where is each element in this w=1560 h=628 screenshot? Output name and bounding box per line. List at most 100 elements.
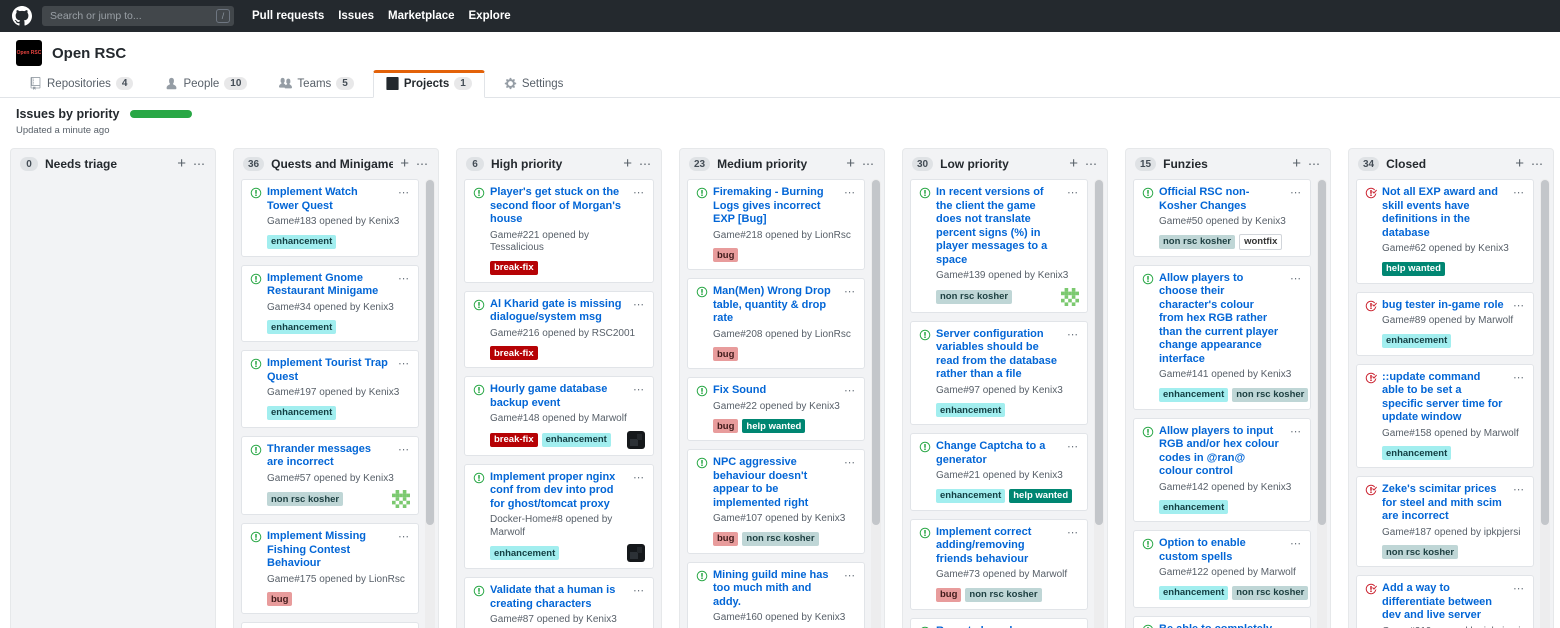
card-menu-kebab-icon[interactable]: ⋯	[1513, 299, 1525, 313]
add-card-plus-icon[interactable]: +	[623, 158, 632, 170]
issue-title-link[interactable]: Thrander messages are incorrect	[267, 443, 389, 470]
issue-title-link[interactable]: Al Kharid gate is missing dialogue/syste…	[490, 298, 624, 325]
column-menu-kebab-icon[interactable]: ⋯	[1308, 157, 1321, 171]
card-menu-kebab-icon[interactable]: ⋯	[1290, 537, 1302, 564]
card-menu-kebab-icon[interactable]: ⋯	[1513, 186, 1525, 240]
tab-teams[interactable]: Teams 5	[266, 70, 366, 97]
scrollbar-thumb[interactable]	[426, 180, 434, 525]
card-menu-kebab-icon[interactable]: ⋯	[633, 298, 645, 325]
nav-pull-requests[interactable]: Pull requests	[252, 10, 324, 22]
issue-title-link[interactable]: Allow players to choose their character'…	[1159, 272, 1281, 367]
card-menu-kebab-icon[interactable]: ⋯	[398, 443, 410, 470]
card-menu-kebab-icon[interactable]: ⋯	[398, 530, 410, 571]
add-card-plus-icon[interactable]: +	[177, 158, 186, 170]
card-menu-kebab-icon[interactable]: ⋯	[1513, 371, 1525, 425]
card-menu-kebab-icon[interactable]: ⋯	[844, 456, 856, 510]
card-menu-kebab-icon[interactable]: ⋯	[1067, 186, 1079, 267]
card-menu-kebab-icon[interactable]: ⋯	[398, 272, 410, 299]
scrollbar-thumb[interactable]	[1541, 180, 1549, 525]
issue-title-link[interactable]: Option to enable custom spells	[1159, 537, 1281, 564]
issue-title-link[interactable]: Man(Men) Wrong Drop table, quantity & dr…	[713, 285, 835, 326]
column-menu-kebab-icon[interactable]: ⋯	[639, 157, 652, 171]
issue-title-link[interactable]: Not all EXP award and skill events have …	[1382, 186, 1504, 240]
issue-title-link[interactable]: Implement Gnome Restaurant Minigame	[267, 272, 389, 299]
tab-repositories[interactable]: Repositories 4	[16, 70, 146, 97]
issue-title-link[interactable]: Zeke's scimitar prices for steel and mit…	[1382, 483, 1504, 524]
issue-title-link[interactable]: Hourly game database backup event	[490, 383, 624, 410]
project-board: 0 Needs triage + ⋯ 36 Quests and Minigam…	[0, 146, 1560, 628]
project-card: Server configuration variables should be…	[910, 321, 1088, 426]
nav-issues[interactable]: Issues	[338, 10, 374, 22]
card-menu-kebab-icon[interactable]: ⋯	[844, 186, 856, 227]
card-menu-kebab-icon[interactable]: ⋯	[1513, 582, 1525, 623]
issue-title-link[interactable]: Fix Sound	[713, 384, 835, 398]
card-menu-kebab-icon[interactable]: ⋯	[633, 471, 645, 512]
tab-projects[interactable]: Projects 1	[373, 70, 485, 98]
add-card-plus-icon[interactable]: +	[1515, 158, 1524, 170]
tab-people[interactable]: People 10	[152, 70, 260, 97]
issue-label: break-fix	[490, 346, 538, 360]
project-card: Option to enable custom spells ⋯ Game#12…	[1133, 530, 1311, 608]
issue-title-link[interactable]: Allow players to input RGB and/or hex co…	[1159, 425, 1281, 479]
card-menu-kebab-icon[interactable]: ⋯	[1067, 440, 1079, 467]
column-menu-kebab-icon[interactable]: ⋯	[1085, 157, 1098, 171]
card-menu-kebab-icon[interactable]: ⋯	[1067, 625, 1079, 628]
card-menu-kebab-icon[interactable]: ⋯	[633, 383, 645, 410]
add-card-plus-icon[interactable]: +	[846, 158, 855, 170]
issue-title-link[interactable]: ::update command able to be set a specif…	[1382, 371, 1504, 425]
column-menu-kebab-icon[interactable]: ⋯	[416, 157, 429, 171]
issue-title-link[interactable]: Report abuse box should have ability for…	[936, 625, 1058, 628]
issue-title-link[interactable]: Implement Tourist Trap Quest	[267, 357, 389, 384]
nav-marketplace[interactable]: Marketplace	[388, 10, 454, 22]
card-menu-kebab-icon[interactable]: ⋯	[1290, 186, 1302, 213]
card-menu-kebab-icon[interactable]: ⋯	[844, 384, 856, 398]
column-menu-kebab-icon[interactable]: ⋯	[1531, 157, 1544, 171]
issue-title-link[interactable]: bug tester in-game role	[1382, 299, 1504, 313]
card-menu-kebab-icon[interactable]: ⋯	[1290, 425, 1302, 479]
column-menu-kebab-icon[interactable]: ⋯	[193, 157, 206, 171]
issue-title-link[interactable]: Implement Watch Tower Quest	[267, 186, 389, 213]
card-menu-kebab-icon[interactable]: ⋯	[1513, 483, 1525, 524]
project-card: Hourly game database backup event ⋯ Game…	[464, 376, 654, 456]
card-menu-kebab-icon[interactable]: ⋯	[1067, 328, 1079, 382]
issue-title-link[interactable]: Be able to completely disable lottery th…	[1159, 623, 1281, 628]
card-menu-kebab-icon[interactable]: ⋯	[398, 357, 410, 384]
card-menu-kebab-icon[interactable]: ⋯	[633, 186, 645, 227]
card-menu-kebab-icon[interactable]: ⋯	[844, 285, 856, 326]
search-input[interactable]	[42, 6, 234, 26]
tab-settings[interactable]: Settings	[491, 70, 577, 97]
card-labels-row: bug	[713, 247, 856, 263]
issue-title-link[interactable]: Validate that a human is creating charac…	[490, 584, 624, 611]
card-menu-kebab-icon[interactable]: ⋯	[1290, 623, 1302, 628]
scrollbar-thumb[interactable]	[1318, 180, 1326, 525]
scrollbar-thumb[interactable]	[872, 180, 880, 525]
issue-title-link[interactable]: Server configuration variables should be…	[936, 328, 1058, 382]
column-cards-area: Player's get stuck on the second floor o…	[457, 177, 661, 628]
issue-title-link[interactable]: Add a way to differentiate between dev a…	[1382, 582, 1504, 623]
column-cards-area: Implement Watch Tower Quest ⋯ Game#183 o…	[234, 177, 438, 628]
issue-title-link[interactable]: Official RSC non-Kosher Changes	[1159, 186, 1281, 213]
add-card-plus-icon[interactable]: +	[1292, 158, 1301, 170]
add-card-plus-icon[interactable]: +	[400, 158, 409, 170]
project-card: Implement Missing Fishing Contest Behavi…	[241, 523, 419, 614]
issue-title-link[interactable]: Implement Missing Fishing Contest Behavi…	[267, 530, 389, 571]
issue-title-link[interactable]: Change Captcha to a generator	[936, 440, 1058, 467]
card-menu-kebab-icon[interactable]: ⋯	[844, 569, 856, 610]
issue-title-link[interactable]: Firemaking - Burning Logs gives incorrec…	[713, 186, 835, 227]
issue-title-link[interactable]: In recent versions of the client the gam…	[936, 186, 1058, 267]
add-card-plus-icon[interactable]: +	[1069, 158, 1078, 170]
issue-title-link[interactable]: NPC aggressive behaviour doesn't appear …	[713, 456, 835, 510]
card-menu-kebab-icon[interactable]: ⋯	[1290, 272, 1302, 367]
card-menu-kebab-icon[interactable]: ⋯	[398, 186, 410, 213]
issue-title-link[interactable]: Implement correct adding/removing friend…	[936, 526, 1058, 567]
issue-title-link[interactable]: Implement proper nginx conf from dev int…	[490, 471, 624, 512]
card-menu-kebab-icon[interactable]: ⋯	[1067, 526, 1079, 567]
nav-explore[interactable]: Explore	[469, 10, 511, 22]
issue-title-link[interactable]: Mining guild mine has too much mith and …	[713, 569, 835, 610]
card-menu-kebab-icon[interactable]: ⋯	[633, 584, 645, 611]
github-logo-icon[interactable]	[12, 6, 32, 26]
column-menu-kebab-icon[interactable]: ⋯	[862, 157, 875, 171]
issue-title-link[interactable]: Player's get stuck on the second floor o…	[490, 186, 624, 227]
scrollbar-thumb[interactable]	[1095, 180, 1103, 525]
column-count-badge: 30	[912, 157, 933, 171]
